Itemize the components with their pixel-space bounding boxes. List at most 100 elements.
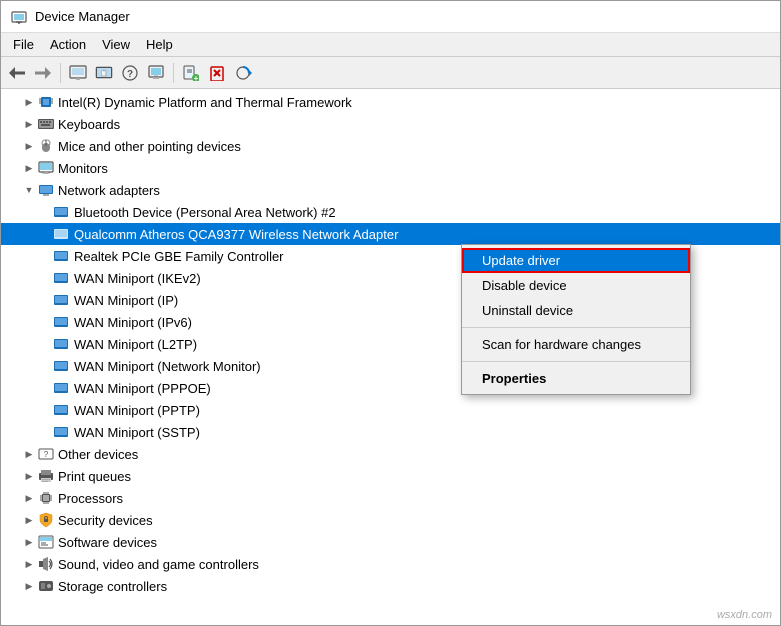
tree-item-sound[interactable]: ▶ Sound, video and game controllers (1, 553, 780, 575)
forward-button[interactable] (31, 61, 55, 85)
menu-action[interactable]: Action (42, 35, 94, 54)
tree-label-wan5: WAN Miniport (Network Monitor) (74, 359, 261, 374)
tree-item-other[interactable]: ▶ ? Other devices (1, 443, 780, 465)
title-bar-icon (11, 9, 27, 25)
tree-label-wan6: WAN Miniport (PPPOE) (74, 381, 211, 396)
tree-label-wan1: WAN Miniport (IKEv2) (74, 271, 201, 286)
tree-label-wan7: WAN Miniport (PPTP) (74, 403, 200, 418)
tree-item-wan8[interactable]: WAN Miniport (SSTP) (1, 421, 780, 443)
scan-button[interactable] (231, 61, 255, 85)
separator-1 (60, 63, 61, 83)
context-menu-separator-1 (462, 327, 690, 328)
network-adapter-icon-qualcomm (53, 226, 71, 242)
expand-icon: ▶ (21, 94, 37, 110)
context-menu: Update driver Disable device Uninstall d… (461, 244, 691, 395)
tree-label-bluetooth: Bluetooth Device (Personal Area Network)… (74, 205, 336, 220)
expand-icon-print: ▶ (21, 468, 37, 484)
tree-label-software: Software devices (58, 535, 157, 550)
tree-label-wan8: WAN Miniport (SSTP) (74, 425, 200, 440)
network-adapter-icon-realtek (53, 248, 71, 264)
network-adapter-icon-wan1 (53, 270, 71, 286)
context-menu-separator-2 (462, 361, 690, 362)
expand-icon-processors: ▶ (21, 490, 37, 506)
tree-label-mice: Mice and other pointing devices (58, 139, 241, 154)
tree-label-realtek: Realtek PCIe GBE Family Controller (74, 249, 284, 264)
tree-item-keyboards[interactable]: ▶ Keyboards (1, 113, 780, 135)
tree-label-monitors: Monitors (58, 161, 108, 176)
expand-icon: ▶ (21, 138, 37, 154)
tree-label-other: Other devices (58, 447, 138, 462)
tree-item-mice[interactable]: ▶ Mice and other pointing devices (1, 135, 780, 157)
expand-icon-storage: ▶ (21, 578, 37, 594)
menu-file[interactable]: File (5, 35, 42, 54)
tree-label-security: Security devices (58, 513, 153, 528)
tree-label-intel: Intel(R) Dynamic Platform and Thermal Fr… (58, 95, 352, 110)
expand-icon-network: ▼ (21, 182, 37, 198)
expand-icon: ▶ (21, 160, 37, 176)
tree-label-processors: Processors (58, 491, 123, 506)
context-menu-properties[interactable]: Properties (462, 366, 690, 391)
update-driver-toolbar-button[interactable]: 📋 (92, 61, 116, 85)
mouse-icon (37, 138, 55, 154)
device-tree: ▶ Intel(R) Dynamic Platform and Thermal … (1, 89, 780, 625)
svg-text:?: ? (44, 450, 49, 459)
tree-label-keyboards: Keyboards (58, 117, 120, 132)
tree-item-processors[interactable]: ▶ Proces (1, 487, 780, 509)
expand-icon-software: ▶ (21, 534, 37, 550)
expand-icon-security: ▶ (21, 512, 37, 528)
network-adapter-icon-wan5 (53, 358, 71, 374)
network-adapter-icon (53, 204, 71, 220)
device-manager-window: Device Manager File Action View Help (0, 0, 781, 626)
menu-bar: File Action View Help (1, 33, 780, 57)
software-icon (37, 534, 55, 550)
tree-item-software[interactable]: ▶ Software devices (1, 531, 780, 553)
tree-label-wan4: WAN Miniport (L2TP) (74, 337, 197, 352)
help-toolbar-button[interactable]: ? (118, 61, 142, 85)
network-adapter-icon-wan6 (53, 380, 71, 396)
network-adapter-icon-wan8 (53, 424, 71, 440)
menu-view[interactable]: View (94, 35, 138, 54)
add-driver-button[interactable]: + (179, 61, 203, 85)
tree-item-network[interactable]: ▼ Network adapters (1, 179, 780, 201)
tree-item-security[interactable]: ▶ Security devices (1, 509, 780, 531)
expand-icon-other: ▶ (21, 446, 37, 462)
back-button[interactable] (5, 61, 29, 85)
network-adapter-icon-wan4 (53, 336, 71, 352)
menu-help[interactable]: Help (138, 35, 181, 54)
tree-item-monitors[interactable]: ▶ Monitors (1, 157, 780, 179)
tree-label-wan3: WAN Miniport (IPv6) (74, 315, 192, 330)
monitor-icon (37, 160, 55, 176)
network-adapter-icon-wan7 (53, 402, 71, 418)
toolbar: 📋 ? + (1, 57, 780, 89)
context-menu-update[interactable]: Update driver (462, 248, 690, 273)
svg-text:?: ? (127, 69, 133, 80)
tree-item-storage[interactable]: ▶ Storage controllers (1, 575, 780, 597)
tree-item-intel[interactable]: ▶ Intel(R) Dynamic Platform and Thermal … (1, 91, 780, 113)
context-menu-uninstall[interactable]: Uninstall device (462, 298, 690, 323)
tree-label-storage: Storage controllers (58, 579, 167, 594)
context-menu-disable[interactable]: Disable device (462, 273, 690, 298)
remove-driver-button[interactable] (205, 61, 229, 85)
svg-text:📋: 📋 (100, 69, 107, 77)
network-icon (37, 182, 55, 198)
tree-label-qualcomm: Qualcomm Atheros QCA9377 Wireless Networ… (74, 227, 398, 242)
properties-toolbar-button[interactable] (66, 61, 90, 85)
tree-item-bluetooth[interactable]: Bluetooth Device (Personal Area Network)… (1, 201, 780, 223)
context-menu-scan[interactable]: Scan for hardware changes (462, 332, 690, 357)
tree-label-sound: Sound, video and game controllers (58, 557, 259, 572)
watermark: wsxdn.com (717, 609, 772, 621)
tree-item-qualcomm[interactable]: Qualcomm Atheros QCA9377 Wireless Networ… (1, 223, 780, 245)
printer-icon (37, 468, 55, 484)
tree-label-network: Network adapters (58, 183, 160, 198)
other-device-icon: ? (37, 446, 55, 462)
chip-icon (37, 94, 55, 110)
tree-item-wan7[interactable]: WAN Miniport (PPTP) (1, 399, 780, 421)
tree-item-print[interactable]: ▶ Print queues (1, 465, 780, 487)
network-adapter-icon-wan2 (53, 292, 71, 308)
tree-label-wan2: WAN Miniport (IP) (74, 293, 178, 308)
keyboard-icon (37, 116, 55, 132)
separator-2 (173, 63, 174, 83)
expand-icon: ▶ (21, 116, 37, 132)
svg-text:+: + (194, 74, 199, 81)
device-view-button[interactable] (144, 61, 168, 85)
